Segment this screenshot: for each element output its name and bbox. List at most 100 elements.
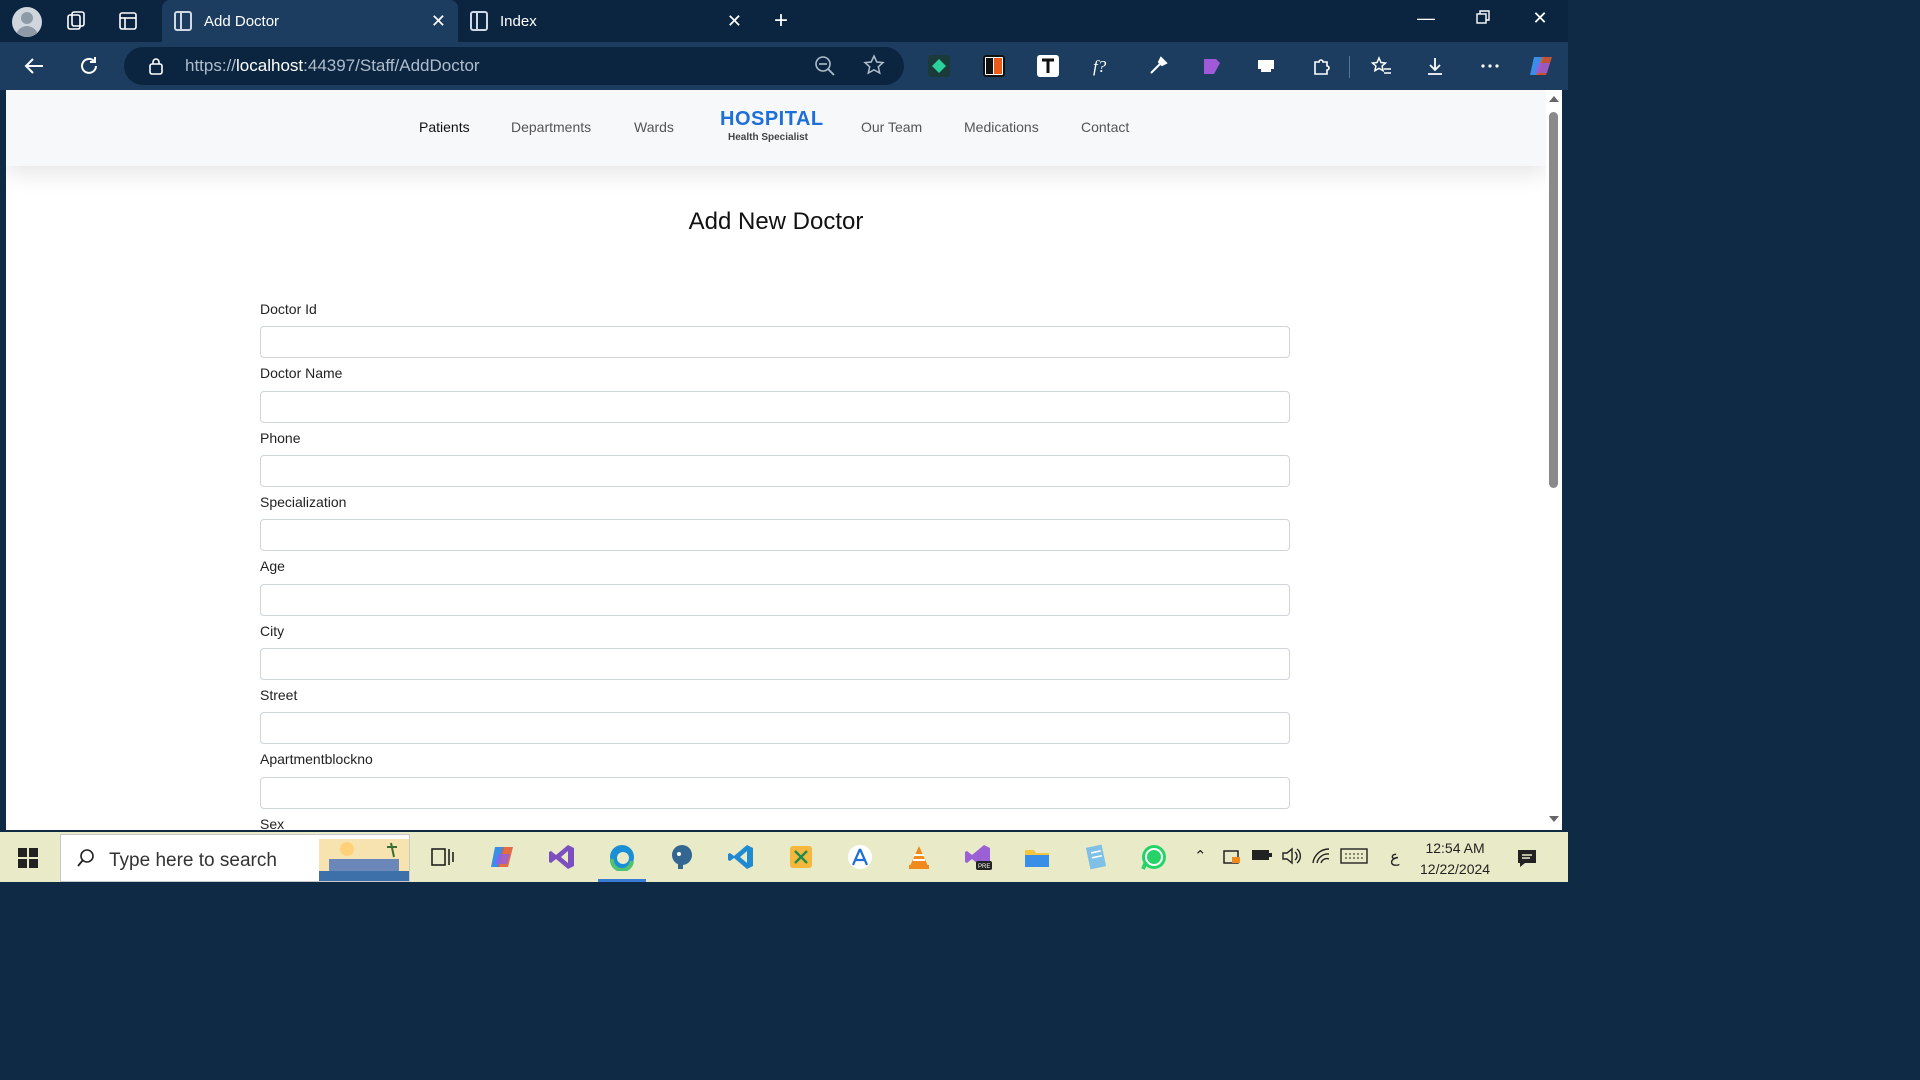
doctor-id-input[interactable] [260,326,1290,358]
nav-our-team[interactable]: Our Team [861,119,922,135]
taskbar-search[interactable]: Type here to search [60,834,410,882]
back-icon[interactable] [22,54,46,78]
copilot-icon[interactable] [1528,53,1556,79]
svg-text:PRE: PRE [978,864,990,870]
browser-tab-bar: Add Doctor ✕ Index ✕ + — ✕ [0,0,1568,42]
tab-title: Add Doctor [204,12,280,30]
visual-studio-preview-icon[interactable]: PRE [964,843,992,871]
page-scrollbar[interactable] [1546,90,1562,830]
close-tab-icon[interactable]: ✕ [727,11,742,31]
input-language[interactable]: ع [1390,847,1400,867]
search-icon [77,849,94,867]
search-highlight-illustration [319,839,409,881]
close-tab-icon[interactable]: ✕ [431,11,446,31]
show-hidden-icons[interactable]: ⌃ [1194,847,1207,865]
city-input[interactable] [260,648,1290,680]
specialization-input[interactable] [260,519,1290,551]
nav-contact[interactable]: Contact [1081,119,1129,135]
close-window-icon[interactable]: ✕ [1527,8,1553,29]
apartment-block-input[interactable] [260,777,1290,809]
system-clock[interactable]: 12:54 AM 12/22/2024 [1420,838,1490,880]
downloads-icon[interactable] [1424,55,1446,77]
toolbar-divider [1349,56,1350,78]
extension-device-icon[interactable] [1255,55,1277,77]
url-text[interactable]: https://localhost:44397/Staff/AddDoctor [185,56,480,76]
keyboard-icon[interactable] [1340,847,1368,869]
extension-lh-icon[interactable] [983,55,1005,77]
tab-actions-icon[interactable] [116,9,140,33]
phone-label: Phone [260,430,301,446]
age-label: Age [260,558,285,574]
specialization-label: Specialization [260,494,347,510]
age-input[interactable] [260,584,1290,616]
edge-icon[interactable] [598,843,646,882]
eyedropper-icon[interactable] [1147,55,1169,77]
scroll-down-arrow[interactable] [1549,816,1559,822]
address-toolbar: https://localhost:44397/Staff/AddDoctor [0,42,1568,90]
doctor-id-label: Doctor Id [260,301,317,317]
phone-input[interactable] [260,455,1290,487]
copilot-app-icon[interactable] [489,843,517,871]
extension-green-icon[interactable] [928,55,950,77]
doctor-name-label: Doctor Name [260,365,343,381]
task-view-icon[interactable] [428,843,456,871]
notifications-icon[interactable] [1516,847,1538,873]
apartment-block-label: Apartmentblockno [260,751,373,767]
extension-fonts-icon[interactable]: f? [1092,55,1114,77]
clock-time: 12:54 AM [1425,840,1485,856]
extension-t-icon[interactable] [1037,55,1059,77]
nav-patients[interactable]: Patients [419,119,470,135]
favorites-icon[interactable] [1370,55,1392,77]
logo-title: HOSPITAL [720,108,824,130]
city-label: City [260,623,285,639]
nav-medications[interactable]: Medications [964,119,1039,135]
tab-add-doctor[interactable]: Add Doctor ✕ [162,0,458,42]
doctor-name-input[interactable] [260,391,1290,423]
nav-departments[interactable]: Departments [511,119,591,135]
app-store-icon[interactable] [846,843,874,871]
postgres-icon[interactable] [668,843,696,871]
page-icon [470,11,488,31]
page-icon [174,11,192,31]
vlc-icon[interactable] [905,843,933,871]
sex-label: Sex [260,816,285,830]
snipping-tool-icon[interactable] [787,843,815,871]
more-menu-icon[interactable] [1479,55,1501,77]
favorite-star-icon[interactable] [863,54,885,81]
extension-purple-icon[interactable] [1201,55,1223,77]
visual-studio-icon[interactable] [548,843,576,871]
page-title: Add New Doctor [688,208,864,235]
minimize-icon[interactable]: — [1413,8,1439,29]
whatsapp-icon[interactable] [1140,843,1168,871]
wifi-icon[interactable] [1311,847,1331,869]
address-bar[interactable]: https://localhost:44397/Staff/AddDoctor [124,47,904,85]
device-sync-icon[interactable] [1222,847,1242,871]
windows-start-icon[interactable] [18,848,38,868]
clock-date: 12/22/2024 [1420,861,1491,877]
refresh-icon[interactable] [77,54,101,78]
volume-icon[interactable] [1281,847,1301,869]
windows-taskbar: Type here to search PRE ⌃ ع 12:54 AM 12/… [0,832,1568,882]
svg-text:f?: f? [1093,57,1107,76]
site-navbar: Patients Departments Wards HOSPITAL Heal… [6,90,1546,166]
extensions-puzzle-icon[interactable] [1310,55,1332,77]
scroll-up-arrow[interactable] [1549,96,1559,102]
site-logo[interactable]: HOSPITAL Health Specialist [720,108,824,143]
nav-wards[interactable]: Wards [634,119,674,135]
tab-title: Index [500,12,537,30]
logo-subtitle: Health Specialist [727,132,809,143]
new-tab-icon[interactable]: + [769,7,793,34]
profile-avatar[interactable] [12,7,42,37]
street-input[interactable] [260,712,1290,744]
vscode-icon[interactable] [727,843,755,871]
zoom-icon[interactable] [814,55,836,82]
battery-icon[interactable] [1251,847,1273,867]
lock-icon[interactable] [148,57,164,75]
scroll-thumb[interactable] [1549,112,1558,488]
file-explorer-icon[interactable] [1023,843,1051,871]
tab-index[interactable]: Index ✕ [458,0,754,42]
page-viewport: Patients Departments Wards HOSPITAL Heal… [6,90,1546,830]
notepad-icon[interactable] [1082,843,1110,871]
workspaces-icon[interactable] [64,9,88,33]
restore-icon[interactable] [1470,8,1496,29]
